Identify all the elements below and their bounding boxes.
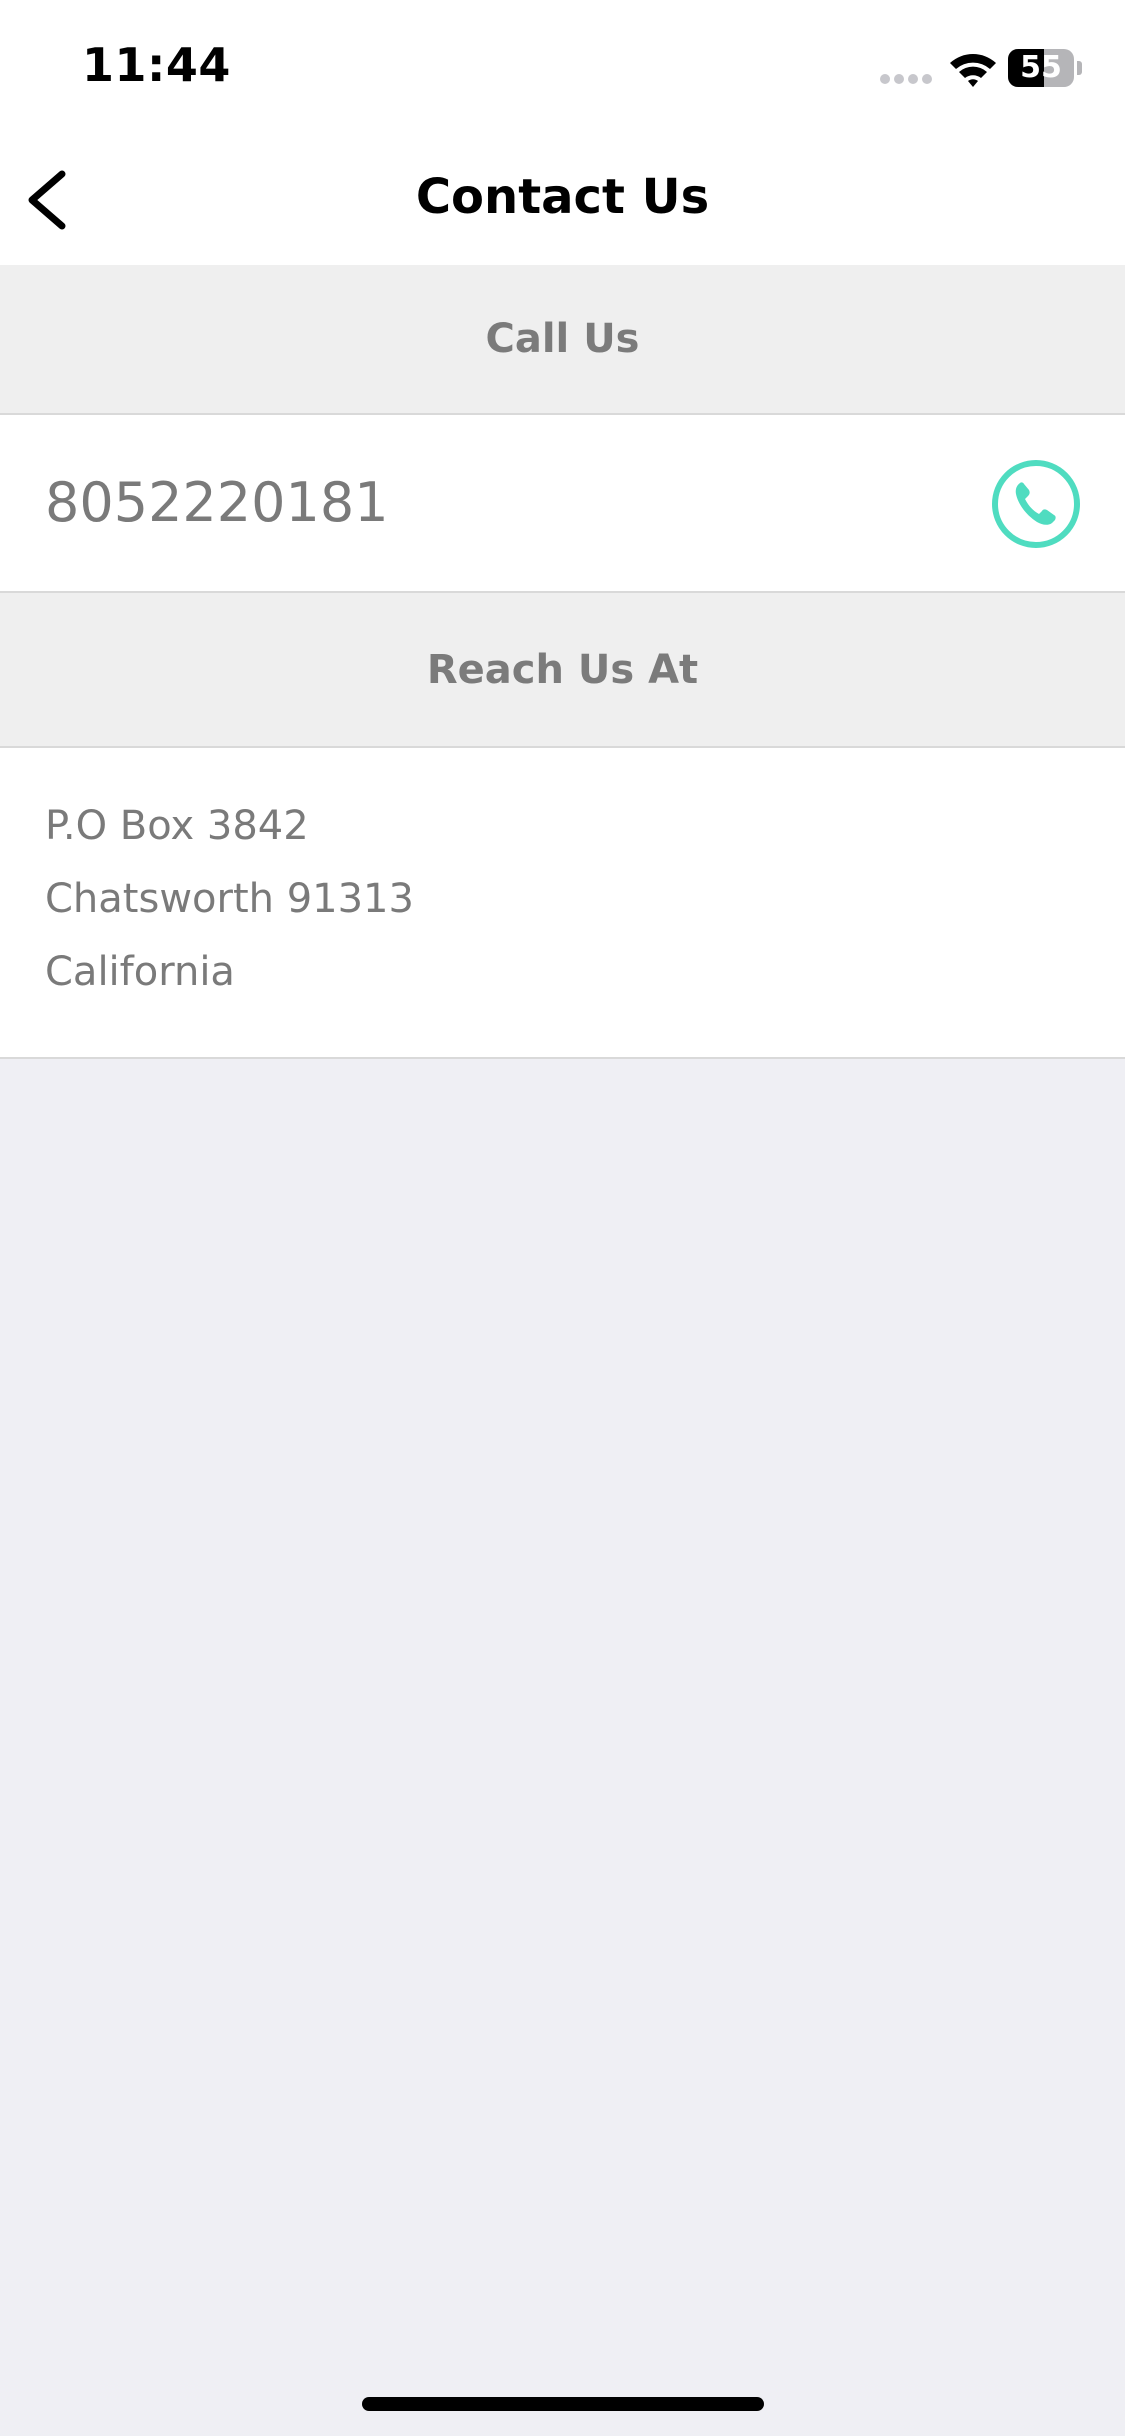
phone-icon	[1015, 482, 1056, 525]
address-line: Chatsworth 91313	[45, 876, 414, 922]
back-button[interactable]	[14, 160, 84, 240]
phone-row[interactable]: 8052220181	[0, 415, 1125, 593]
battery-icon: 55	[1008, 49, 1082, 87]
address-block: P.O Box 3842 Chatsworth 91313 California	[0, 748, 1125, 1059]
address-line: California	[45, 949, 235, 995]
status-bar: 11:44 55	[0, 0, 1125, 140]
signal-dots-icon	[880, 74, 934, 84]
call-us-header: Call Us	[0, 265, 1125, 415]
status-time: 11:44	[82, 38, 231, 92]
address-line: P.O Box 3842	[45, 803, 309, 849]
page-title: Contact Us	[415, 169, 710, 225]
call-button[interactable]	[991, 459, 1081, 549]
home-indicator[interactable]	[362, 2397, 764, 2411]
wifi-icon	[950, 54, 996, 87]
phone-number[interactable]: 8052220181	[45, 415, 389, 591]
nav-bar: Contact Us	[0, 140, 1125, 265]
battery-level: 55	[1020, 50, 1062, 85]
reach-us-header: Reach Us At	[0, 593, 1125, 748]
chevron-left-icon	[28, 170, 66, 230]
